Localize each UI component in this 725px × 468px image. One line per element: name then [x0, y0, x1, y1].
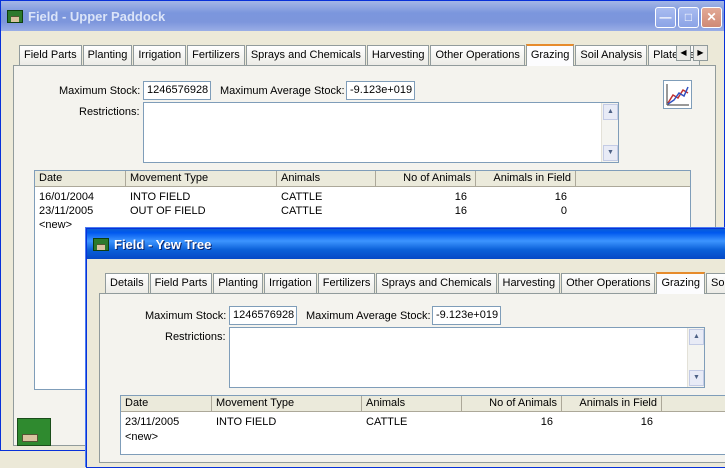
cell-animals[interactable]: CATTLE	[362, 415, 462, 429]
tab-field-parts[interactable]: Field Parts	[149, 273, 213, 293]
tab-sprays-and-chemicals[interactable]: Sprays and Chemicals	[245, 45, 366, 65]
max-stock-field[interactable]: 1246576928	[229, 306, 297, 325]
max-avg-stock-field[interactable]: -9.123e+019	[432, 306, 501, 325]
restrictions-scrollbar[interactable]: ▲ ▼	[687, 328, 704, 387]
minimize-icon: —	[659, 10, 672, 24]
max-avg-stock-label: Maximum Average Stock:	[306, 310, 431, 322]
col-date[interactable]: Date	[121, 396, 212, 412]
close-icon: ✕	[706, 10, 717, 24]
minimize-button[interactable]: —	[655, 7, 676, 28]
cell-movement-type[interactable]: OUT OF FIELD	[126, 204, 277, 218]
col-animals[interactable]: Animals	[362, 396, 462, 412]
col-animals[interactable]: Animals	[277, 171, 376, 187]
tab-strip: Details Field Parts Planting Irrigation Fert…	[105, 271, 725, 294]
col-animals-in-field[interactable]: Animals in Field	[562, 396, 662, 412]
window-yew-tree[interactable]: Field - Yew Tree Details Field Parts Plant…	[86, 228, 725, 468]
window-title: Field - Upper Paddock	[28, 9, 166, 24]
tab-scroll-right-icon: ▶	[697, 48, 704, 57]
tab-sprays-and-chemicals[interactable]: Sprays and Chemicals	[376, 273, 497, 293]
tab-field-parts[interactable]: Field Parts	[19, 45, 82, 65]
cell-no-of-animals[interactable]: 16	[376, 190, 471, 204]
scroll-up-icon[interactable]: ▲	[689, 329, 704, 345]
movements-grid[interactable]: Date Movement Type Animals No of Animals…	[120, 395, 725, 455]
cell-animals-in-field[interactable]: 0	[476, 204, 571, 218]
tab-irrigation[interactable]: Irrigation	[263, 273, 317, 293]
col-blank	[576, 171, 690, 187]
restrictions-textarea[interactable]: ▲ ▼	[229, 327, 705, 388]
field-status-icon	[17, 418, 51, 446]
window-title: Field - Yew Tree	[114, 237, 212, 252]
graph-button[interactable]	[663, 80, 692, 109]
tab-irrigation[interactable]: Irrigation	[133, 45, 187, 65]
cell-movement-type[interactable]: INTO FIELD	[212, 415, 362, 429]
close-button[interactable]: ✕	[701, 7, 722, 28]
col-animals-in-field[interactable]: Animals in Field	[476, 171, 576, 187]
cell-no-of-animals[interactable]: 16	[462, 415, 557, 429]
tab-harvesting[interactable]: Harvesting	[366, 45, 430, 65]
max-stock-label: Maximum Stock:	[145, 310, 227, 322]
tab-other-operations[interactable]: Other Operations	[561, 273, 656, 293]
cell-no-of-animals[interactable]: 16	[376, 204, 471, 218]
tab-other-operations[interactable]: Other Operations	[430, 45, 525, 65]
tab-planting[interactable]: Planting	[82, 45, 133, 65]
col-no-of-animals[interactable]: No of Animals	[462, 396, 562, 412]
tab-scroll-right-button[interactable]: ▶	[693, 45, 708, 61]
maximize-icon: □	[684, 10, 693, 24]
tab-soil-analysis[interactable]: Soil Analysis	[575, 45, 648, 65]
max-stock-field[interactable]: 1246576928	[143, 81, 211, 100]
col-date[interactable]: Date	[35, 171, 126, 187]
graph-icon	[666, 84, 689, 106]
tab-soil-analysis[interactable]: Soil An	[705, 273, 725, 293]
tab-scroll-left-button[interactable]: ◀	[676, 45, 691, 61]
title-bar[interactable]: Field - Yew Tree	[87, 229, 725, 259]
col-no-of-animals[interactable]: No of Animals	[376, 171, 476, 187]
max-stock-label: Maximum Stock:	[59, 85, 141, 97]
restrictions-scrollbar[interactable]: ▲ ▼	[601, 103, 618, 162]
col-movement-type[interactable]: Movement Type	[212, 396, 362, 412]
tab-planting[interactable]: Planting	[213, 273, 263, 293]
new-row[interactable]: <new>	[39, 219, 72, 231]
max-avg-stock-field[interactable]: -9.123e+019	[346, 81, 415, 100]
cell-movement-type[interactable]: INTO FIELD	[126, 190, 277, 204]
restrictions-textarea[interactable]: ▲ ▼	[143, 102, 619, 163]
cell-animals[interactable]: CATTLE	[277, 190, 376, 204]
tab-harvesting[interactable]: Harvesting	[497, 273, 561, 293]
scroll-down-icon[interactable]: ▼	[689, 370, 704, 386]
restrictions-label: Restrictions:	[79, 106, 140, 118]
title-bar[interactable]: Field - Upper Paddock — □ ✕	[1, 1, 724, 31]
cell-animals-in-field[interactable]: 16	[562, 415, 657, 429]
tab-details[interactable]: Details	[105, 273, 149, 293]
scroll-up-icon[interactable]: ▲	[603, 104, 618, 120]
restrictions-label: Restrictions:	[165, 331, 226, 343]
max-avg-stock-label: Maximum Average Stock:	[220, 85, 345, 97]
cell-animals[interactable]: CATTLE	[277, 204, 376, 218]
tab-grazing[interactable]: Grazing	[656, 272, 705, 294]
col-blank	[662, 396, 725, 412]
cell-animals-in-field[interactable]: 16	[476, 190, 571, 204]
tab-fertilizers[interactable]: Fertilizers	[187, 45, 245, 65]
tab-scroll-left-icon: ◀	[680, 48, 687, 57]
col-movement-type[interactable]: Movement Type	[126, 171, 277, 187]
cell-date[interactable]: 23/11/2005	[35, 204, 126, 218]
tab-strip: Field Parts Planting Irrigation Fertilizers…	[19, 43, 701, 66]
new-row[interactable]: <new>	[125, 431, 158, 443]
tab-grazing[interactable]: Grazing	[525, 44, 575, 66]
field-app-icon	[7, 10, 23, 23]
maximize-button[interactable]: □	[678, 7, 699, 28]
field-app-icon	[93, 238, 109, 251]
cell-date[interactable]: 23/11/2005	[121, 415, 212, 429]
tab-fertilizers[interactable]: Fertilizers	[317, 273, 376, 293]
scroll-down-icon[interactable]: ▼	[603, 145, 618, 161]
cell-date[interactable]: 16/01/2004	[35, 190, 126, 204]
